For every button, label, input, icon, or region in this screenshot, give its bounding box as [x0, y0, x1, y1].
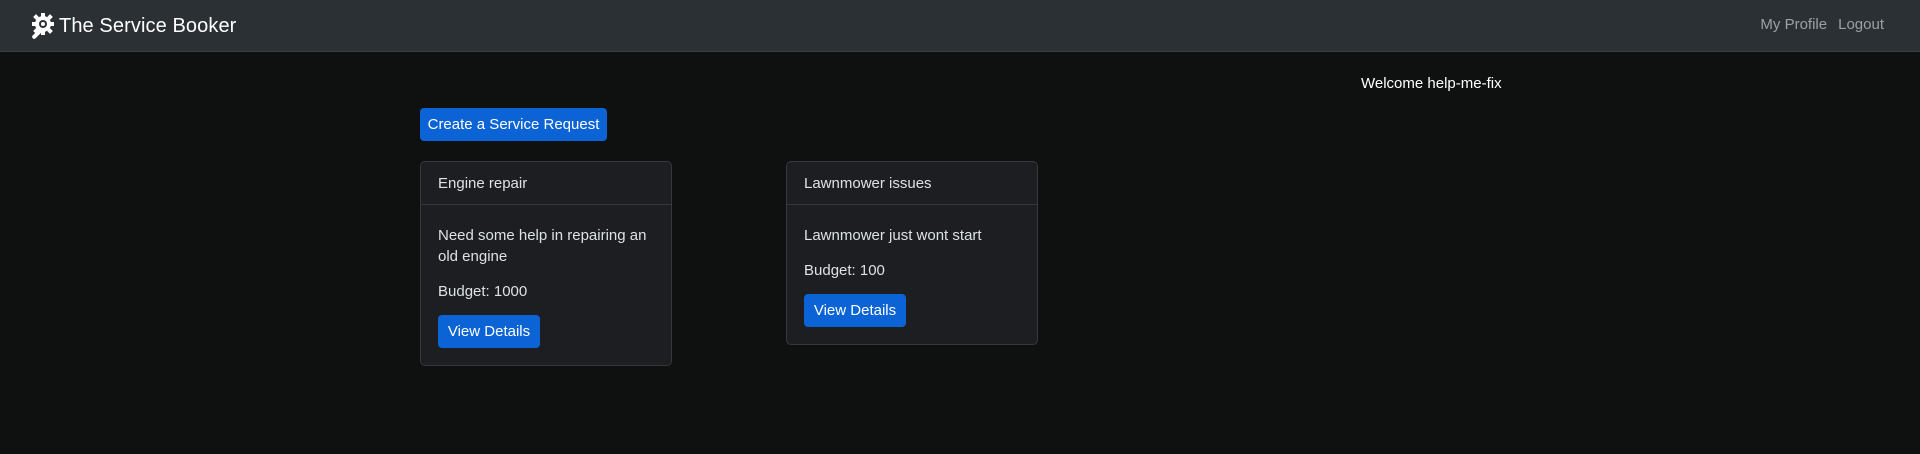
card-description: Lawnmower just wont start — [804, 227, 982, 244]
service-request-card: Engine repair Need some help in repairin… — [420, 161, 672, 366]
brand-title: The Service Booker — [59, 14, 237, 37]
create-service-request-button[interactable]: Create a Service Request — [420, 108, 607, 141]
logout-link[interactable]: Logout — [1838, 16, 1884, 33]
card-title: Lawnmower issues — [787, 162, 1037, 205]
card-description: Need some help in repairing an old engin… — [438, 227, 647, 265]
card-body: Lawnmower just wont start Budget: 100 Vi… — [787, 205, 1037, 344]
gear-wrench-icon — [29, 11, 59, 41]
card-budget: Budget: 100 — [804, 262, 885, 279]
welcome-message: Welcome help-me-fix — [1361, 75, 1502, 92]
top-navbar: The Service Booker My Profile Logout — [0, 0, 1920, 52]
view-details-button[interactable]: View Details — [438, 315, 540, 348]
brand-link[interactable]: The Service Booker — [29, 11, 236, 41]
card-title: Engine repair — [421, 162, 671, 205]
view-details-button[interactable]: View Details — [804, 294, 906, 327]
nav-links: My Profile Logout — [1749, 16, 1884, 33]
card-budget: Budget: 1000 — [438, 283, 528, 300]
card-body: Need some help in repairing an old engin… — [421, 205, 671, 365]
service-request-card: Lawnmower issues Lawnmower just wont sta… — [786, 161, 1038, 345]
my-profile-link[interactable]: My Profile — [1760, 16, 1827, 33]
